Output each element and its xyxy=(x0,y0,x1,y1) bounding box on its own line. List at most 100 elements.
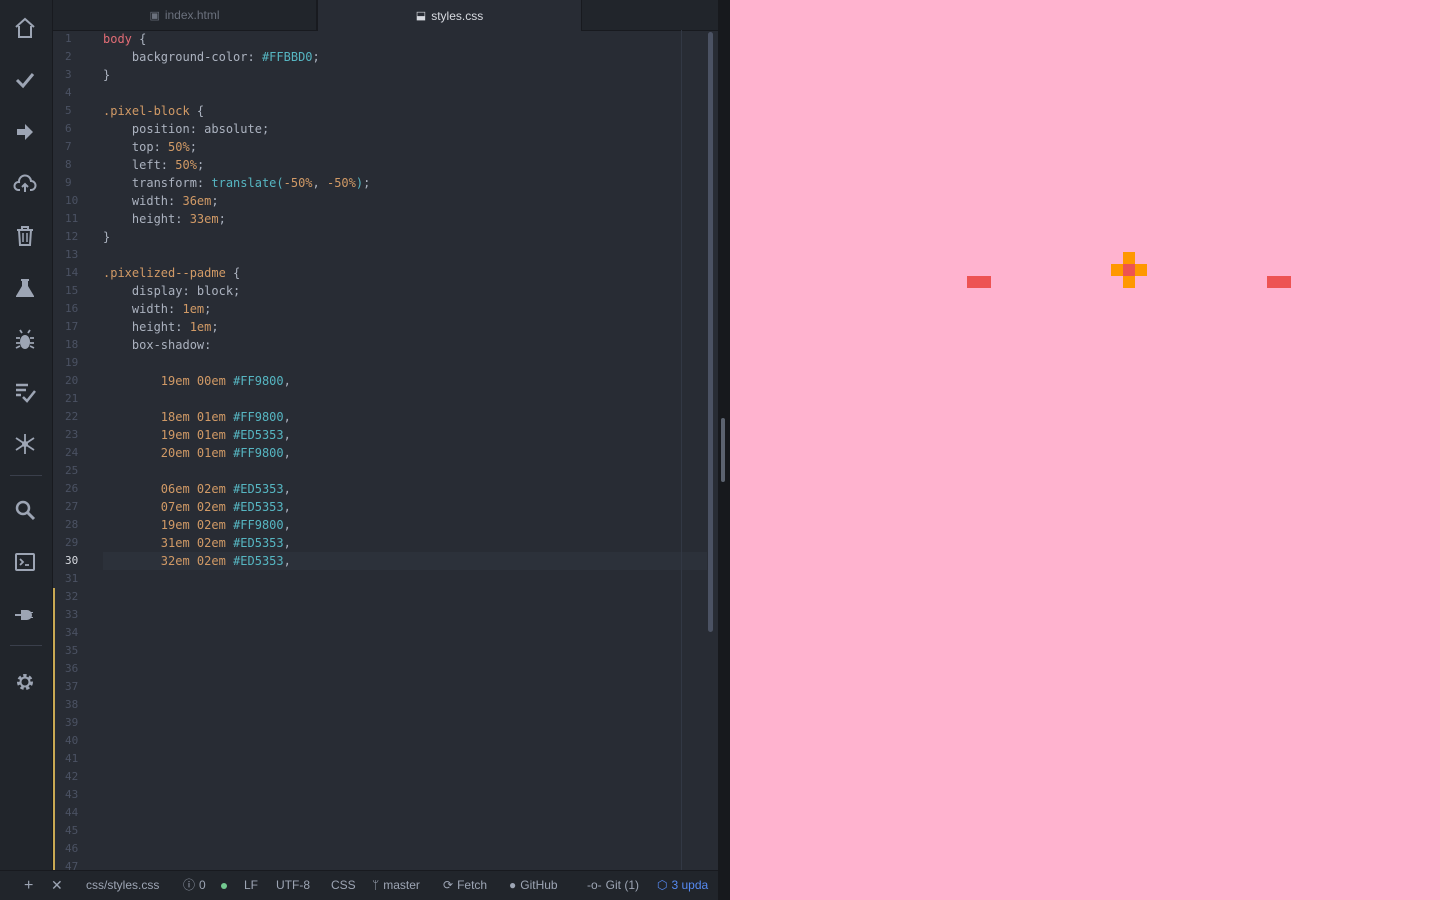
add-icon[interactable]: + xyxy=(24,871,33,900)
line-number[interactable]: 16 xyxy=(53,300,101,318)
line-number[interactable]: 42 xyxy=(53,768,101,786)
line-number[interactable]: 40 xyxy=(53,732,101,750)
line-number[interactable]: 24 xyxy=(53,444,101,462)
code-line[interactable]: background-color: #FFBBD0; xyxy=(103,48,707,66)
code-line[interactable]: 19em 01em #ED5353, xyxy=(103,426,707,444)
line-number[interactable]: 33 xyxy=(53,606,101,624)
code-line[interactable]: 19em 02em #FF9800, xyxy=(103,516,707,534)
code-line[interactable]: 07em 02em #ED5353, xyxy=(103,498,707,516)
line-number[interactable]: 21 xyxy=(53,390,101,408)
code-line[interactable]: 31em 02em #ED5353, xyxy=(103,534,707,552)
search-icon[interactable] xyxy=(12,497,38,523)
editor-scrollbar[interactable] xyxy=(708,32,713,632)
line-number[interactable]: 36 xyxy=(53,660,101,678)
code-line[interactable]: body { xyxy=(103,30,707,48)
line-number[interactable]: 3 xyxy=(53,66,101,84)
code-line[interactable]: 18em 01em #FF9800, xyxy=(103,408,707,426)
code-line[interactable]: height: 1em; xyxy=(103,318,707,336)
file-path[interactable]: css/styles.css xyxy=(86,871,159,900)
problems-indicator[interactable]: ⓘ 0 xyxy=(183,871,206,900)
checklist-icon[interactable] xyxy=(12,379,38,405)
code-line[interactable]: width: 36em; xyxy=(103,192,707,210)
code-line[interactable] xyxy=(103,84,707,102)
line-number[interactable]: 9 xyxy=(53,174,101,192)
line-number[interactable]: 25 xyxy=(53,462,101,480)
line-number[interactable]: 5 xyxy=(53,102,101,120)
line-number[interactable]: 34 xyxy=(53,624,101,642)
code-line[interactable]: 06em 02em #ED5353, xyxy=(103,480,707,498)
line-number[interactable]: 27 xyxy=(53,498,101,516)
split-handle[interactable] xyxy=(721,418,725,482)
code-line[interactable]: left: 50%; xyxy=(103,156,707,174)
network-icon[interactable] xyxy=(12,431,38,457)
split-divider[interactable] xyxy=(718,0,730,900)
line-number[interactable]: 4 xyxy=(53,84,101,102)
line-number-gutter[interactable]: 1 2 3 4 5 6 7 8 9 10 11 12 13 14 15 16 17 18 19 20 21 22 23 24 2… xyxy=(53,30,101,870)
branch-selector[interactable]: ᛘ master xyxy=(372,871,420,900)
line-number[interactable]: 18 xyxy=(53,336,101,354)
line-number[interactable]: 32 xyxy=(53,588,101,606)
line-ending[interactable]: LF xyxy=(244,871,258,900)
updates-button[interactable]: ⬡ 3 upda xyxy=(657,871,708,900)
line-number[interactable]: 23 xyxy=(53,426,101,444)
code-line[interactable]: transform: translate(-50%, -50%); xyxy=(103,174,707,192)
code-line[interactable] xyxy=(103,354,707,372)
code-line[interactable]: 20em 01em #FF9800, xyxy=(103,444,707,462)
line-number[interactable]: 8 xyxy=(53,156,101,174)
line-number[interactable]: 38 xyxy=(53,696,101,714)
line-number[interactable]: 19 xyxy=(53,354,101,372)
code-line[interactable]: 32em 02em #ED5353, xyxy=(103,552,707,570)
line-number[interactable]: 31 xyxy=(53,570,101,588)
line-number[interactable]: 1 xyxy=(53,30,101,48)
terminal-icon[interactable] xyxy=(12,549,38,575)
line-number[interactable]: 17 xyxy=(53,318,101,336)
line-number[interactable]: 12 xyxy=(53,228,101,246)
line-number[interactable]: 22 xyxy=(53,408,101,426)
bug-icon[interactable] xyxy=(12,327,38,353)
code-line[interactable]: } xyxy=(103,66,707,84)
encoding[interactable]: UTF-8 xyxy=(276,871,310,900)
code-line[interactable]: height: 33em; xyxy=(103,210,707,228)
line-number[interactable]: 39 xyxy=(53,714,101,732)
home-icon[interactable] xyxy=(12,15,38,41)
github-button[interactable]: ● GitHub xyxy=(509,871,558,900)
line-number[interactable]: 13 xyxy=(53,246,101,264)
trash-icon[interactable] xyxy=(12,223,38,249)
code-line[interactable]: .pixel-block { xyxy=(103,102,707,120)
gear-icon[interactable] xyxy=(12,669,38,695)
line-number[interactable]: 14 xyxy=(53,264,101,282)
line-number[interactable]: 10 xyxy=(53,192,101,210)
code-line[interactable] xyxy=(103,462,707,480)
line-number[interactable]: 44 xyxy=(53,804,101,822)
line-number[interactable]: 26 xyxy=(53,480,101,498)
tab-styles-css[interactable]: ⬓ styles.css xyxy=(317,0,582,31)
arrow-right-icon[interactable] xyxy=(12,119,38,145)
line-number[interactable]: 43 xyxy=(53,786,101,804)
code-line[interactable] xyxy=(103,246,707,264)
line-number[interactable]: 7 xyxy=(53,138,101,156)
line-number[interactable]: 2 xyxy=(53,48,101,66)
code-line[interactable]: top: 50%; xyxy=(103,138,707,156)
line-number[interactable]: 35 xyxy=(53,642,101,660)
code-editor[interactable]: body { background-color: #FFBBD0;} .pixe… xyxy=(103,30,707,870)
code-line[interactable]: position: absolute; xyxy=(103,120,707,138)
check-icon[interactable] xyxy=(12,67,38,93)
fetch-button[interactable]: ⟳ Fetch xyxy=(443,871,487,900)
code-line[interactable]: display: block; xyxy=(103,282,707,300)
line-number[interactable]: 45 xyxy=(53,822,101,840)
line-number[interactable]: 41 xyxy=(53,750,101,768)
line-number[interactable]: 28 xyxy=(53,516,101,534)
code-line[interactable]: .pixelized--padme { xyxy=(103,264,707,282)
line-number[interactable]: 29 xyxy=(53,534,101,552)
git-button[interactable]: -o- Git (1) xyxy=(587,871,639,900)
line-number[interactable]: 47 xyxy=(53,858,101,870)
line-number[interactable]: 37 xyxy=(53,678,101,696)
close-icon[interactable]: ✕ xyxy=(51,871,63,900)
line-number[interactable]: 20 xyxy=(53,372,101,390)
cloud-upload-icon[interactable] xyxy=(12,171,38,197)
line-number[interactable]: 6 xyxy=(53,120,101,138)
line-number[interactable]: 30 xyxy=(53,552,101,570)
plug-icon[interactable] xyxy=(12,601,38,627)
code-line[interactable]: width: 1em; xyxy=(103,300,707,318)
grammar[interactable]: CSS xyxy=(331,871,356,900)
